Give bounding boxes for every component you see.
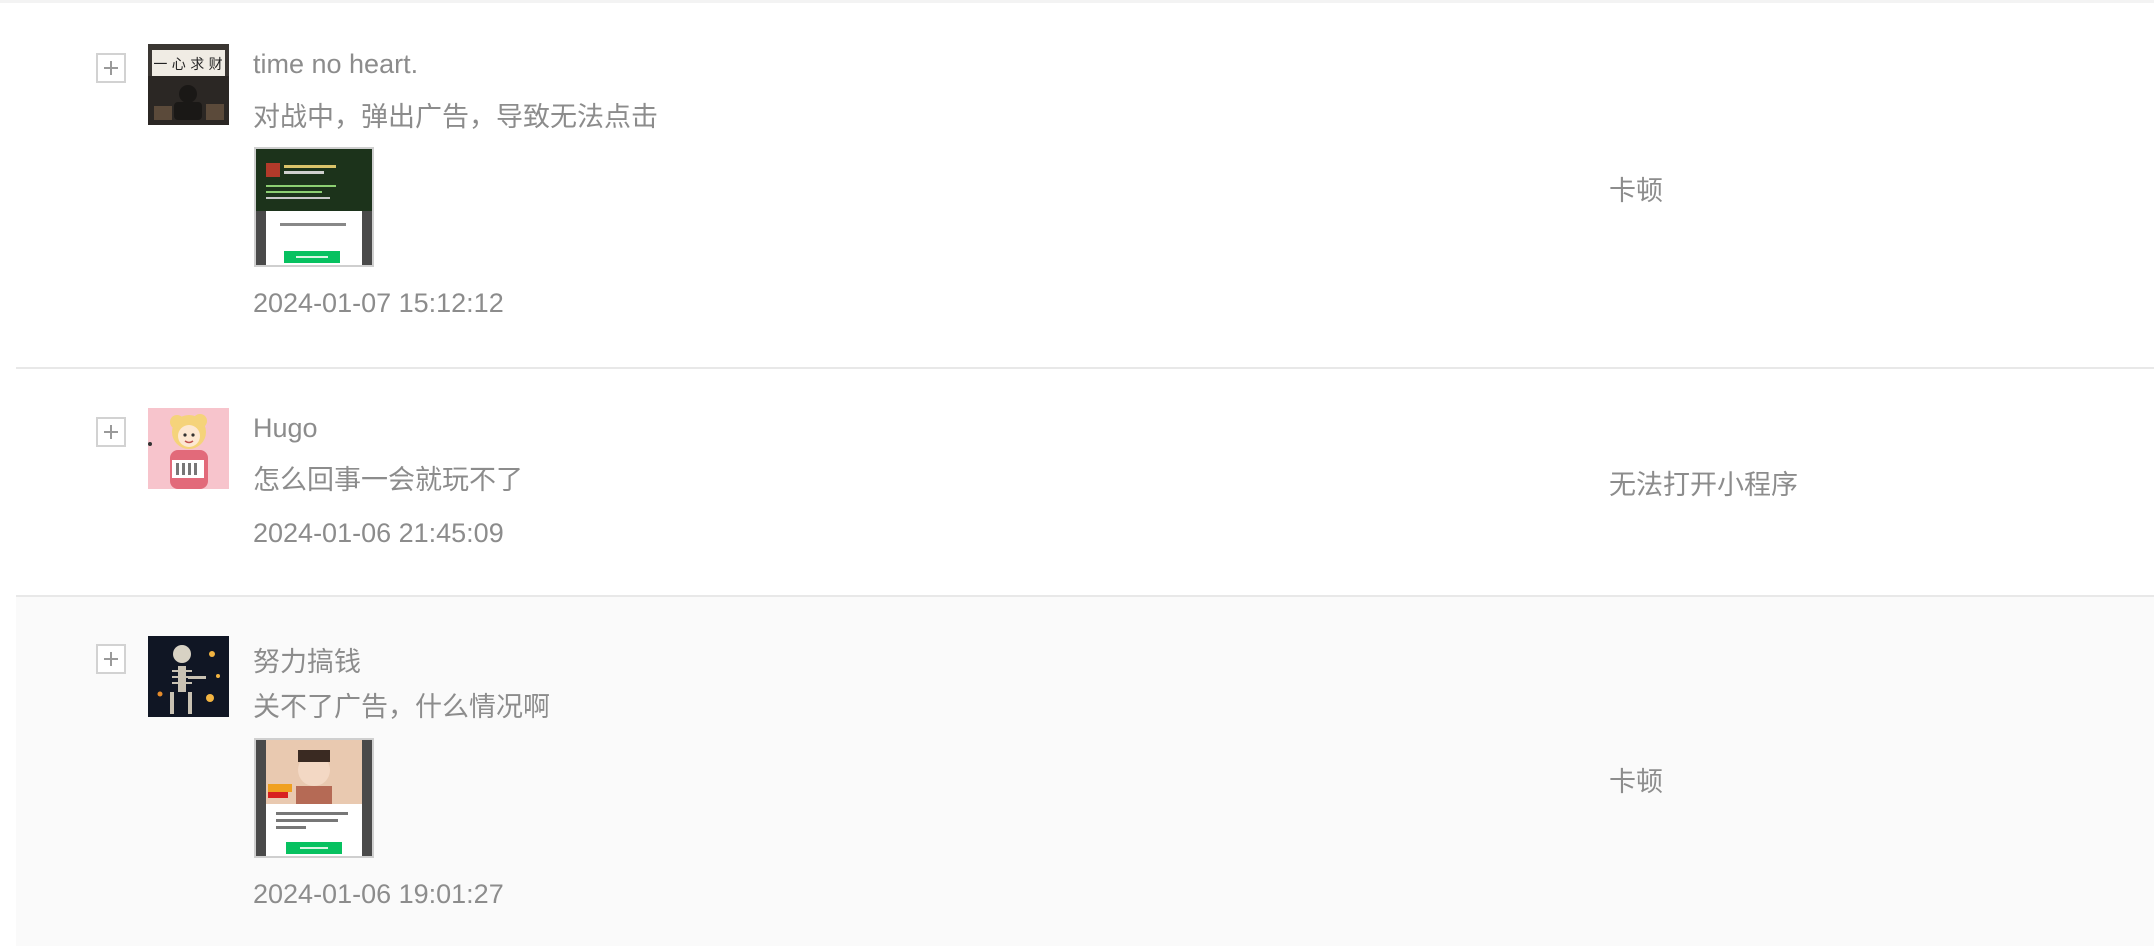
feedback-row: 一 心 求 财 time no heart. 对战中，弹出广告，导致无法点击 2… (16, 3, 2154, 369)
feedback-content: 关不了广告，什么情况啊 (253, 692, 550, 722)
feedback-category: 无法打开小程序 (1609, 470, 1798, 500)
expand-plus-icon[interactable] (96, 644, 126, 674)
feedback-category: 卡顿 (1609, 176, 1663, 206)
feedback-category: 卡顿 (1609, 767, 1663, 797)
avatar: 一 心 求 财 (148, 44, 229, 125)
username: 努力搞钱 (253, 647, 361, 677)
feedback-content: 怎么回事一会就玩不了 (253, 465, 523, 495)
expand-plus-icon[interactable] (96, 417, 126, 447)
feedback-screenshot-thumbnail[interactable] (254, 738, 374, 858)
avatar (148, 408, 229, 489)
avatar (148, 636, 229, 717)
feedback-screenshot-thumbnail[interactable] (254, 147, 374, 267)
feedback-content: 对战中，弹出广告，导致无法点击 (253, 102, 658, 132)
feedback-timestamp: 2024-01-06 19:01:27 (253, 879, 504, 909)
feedback-row: 努力搞钱 关不了广告，什么情况啊 2024-01-06 19:01:27 卡顿 (16, 597, 2154, 946)
feedback-timestamp: 2024-01-07 15:12:12 (253, 288, 504, 318)
feedback-list-page: 一 心 求 财 time no heart. 对战中，弹出广告，导致无法点击 2… (0, 0, 2154, 946)
feedback-timestamp: 2024-01-06 21:45:09 (253, 518, 504, 548)
username: time no heart. (253, 49, 419, 79)
feedback-row: Hugo 怎么回事一会就玩不了 2024-01-06 21:45:09 无法打开… (16, 369, 2154, 597)
svg-text:一 心 求 财: 一 心 求 财 (153, 57, 222, 73)
username: Hugo (253, 413, 318, 443)
expand-plus-icon[interactable] (96, 53, 126, 83)
